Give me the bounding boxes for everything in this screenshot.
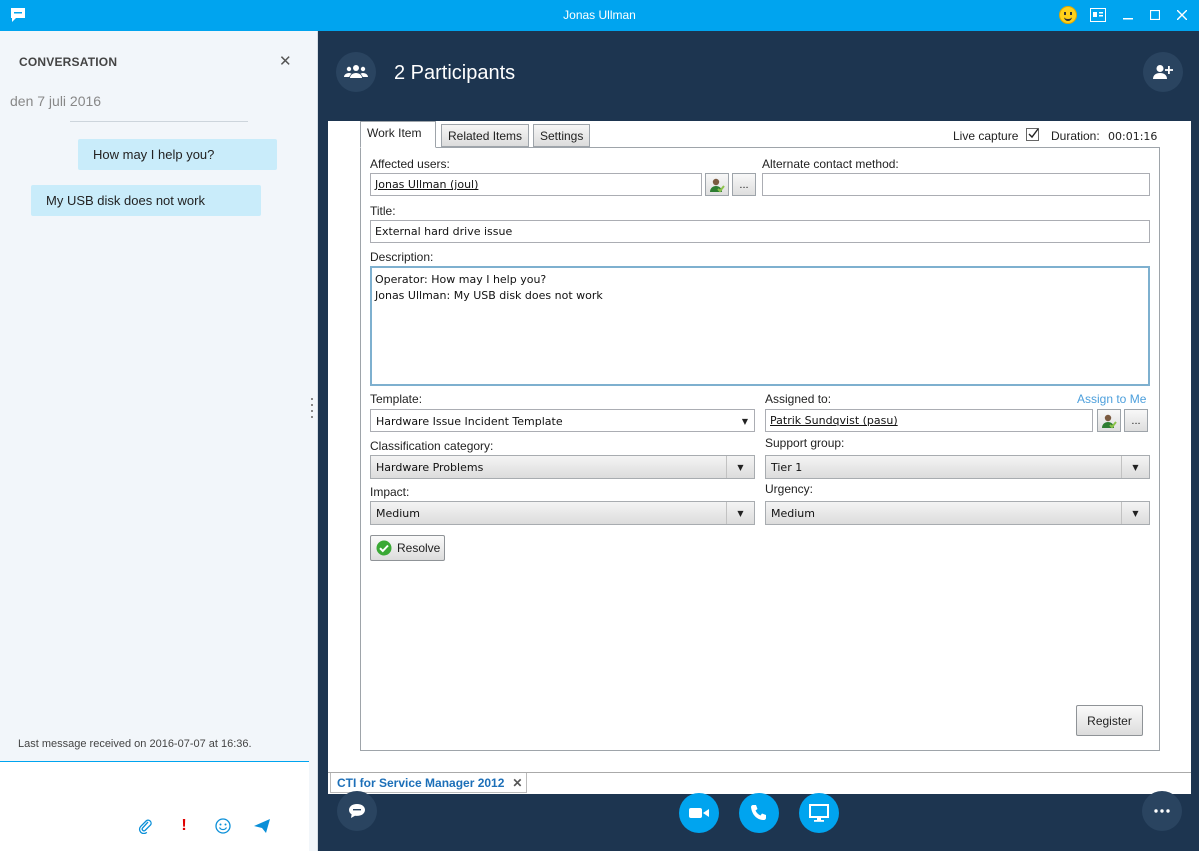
affected-users-field[interactable]: Jonas Ullman (joul) <box>370 173 702 196</box>
title-field[interactable]: External hard drive issue <box>370 220 1150 243</box>
description-field[interactable]: Operator: How may I help you? Jonas Ullm… <box>370 266 1150 386</box>
conversation-pane: CONVERSATION ✕ den 7 juli 2016 How may I… <box>0 31 318 851</box>
work-item-form: Affected users: Jonas Ullman (joul) ... … <box>360 147 1160 751</box>
chat-bubble-icon <box>349 804 365 818</box>
live-capture-label: Live capture <box>953 129 1019 143</box>
call-pane: 2 Participants Affected users: Jonas Ull… <box>318 31 1199 851</box>
support-group-dropdown[interactable]: Tier 1 ▼ <box>765 455 1150 479</box>
classification-dropdown[interactable]: Hardware Problems ▼ <box>370 455 755 479</box>
resolve-label: Resolve <box>397 541 441 555</box>
more-options-button[interactable] <box>1142 791 1182 831</box>
add-person-icon <box>1153 65 1173 79</box>
add-participant-button[interactable] <box>1143 52 1183 92</box>
minimize-button[interactable] <box>1117 5 1139 25</box>
title-bar: Jonas Ullman <box>0 0 1199 31</box>
message-input[interactable] <box>0 761 309 851</box>
impact-value: Medium <box>376 507 420 520</box>
divider <box>70 121 248 122</box>
classification-value: Hardware Problems <box>376 461 484 474</box>
attach-icon[interactable] <box>136 817 154 835</box>
assigned-to-label: Assigned to: <box>765 392 832 406</box>
video-camera-icon <box>689 808 709 818</box>
template-value: Hardware Issue Incident Template <box>376 415 563 428</box>
template-dropdown[interactable]: Hardware Issue Incident Template ▼ <box>370 409 755 432</box>
last-message-status: Last message received on 2016-07-07 at 1… <box>18 738 252 750</box>
urgency-dropdown[interactable]: Medium ▼ <box>765 501 1150 525</box>
register-button[interactable]: Register <box>1076 705 1143 736</box>
affected-users-browse-button[interactable]: ... <box>732 173 756 196</box>
affected-users-label: Affected users: <box>370 157 450 171</box>
emoticon-icon[interactable] <box>1059 6 1077 24</box>
tab-related-items[interactable]: Related Items <box>441 124 530 147</box>
tab-settings[interactable]: Settings <box>533 124 591 147</box>
chevron-down-icon: ▼ <box>741 416 749 426</box>
urgency-label: Urgency: <box>765 482 814 496</box>
user-picker-button[interactable] <box>705 173 729 196</box>
tab-cti-service-manager[interactable]: CTI for Service Manager 2012 ✕ <box>330 773 528 793</box>
chevron-down-icon: ▼ <box>1121 502 1149 524</box>
description-line: Operator: How may I help you? <box>375 273 547 286</box>
assigned-to-field[interactable]: Patrik Sundqvist (pasu) <box>765 409 1093 432</box>
chevron-down-icon: ▼ <box>726 456 754 478</box>
tab-work-item[interactable]: Work Item <box>360 121 436 148</box>
description-label: Description: <box>370 250 434 264</box>
contact-card-icon[interactable] <box>1087 5 1109 25</box>
more-icon <box>1154 809 1170 813</box>
alternate-contact-label: Alternate contact method: <box>762 157 899 171</box>
work-item-panel: Affected users: Jonas Ullman (joul) ... … <box>328 121 1191 772</box>
impact-dropdown[interactable]: Medium ▼ <box>370 501 755 525</box>
close-window-button[interactable] <box>1171 5 1193 25</box>
template-label: Template: <box>370 392 423 406</box>
conversation-heading: CONVERSATION <box>19 55 118 69</box>
splitter-handle[interactable] <box>311 398 314 420</box>
assignee-picker-button[interactable] <box>1097 409 1121 432</box>
title-label: Title: <box>370 204 396 218</box>
monitor-icon <box>809 804 829 822</box>
classification-label: Classification category: <box>370 439 494 453</box>
participants-label: 2 Participants <box>394 62 516 84</box>
emoji-icon[interactable] <box>214 817 232 835</box>
duration-value: 00:01:16 <box>1108 130 1158 143</box>
duration-label: Duration: <box>1051 129 1100 143</box>
plugin-tab-strip: CTI for Service Manager 2012 ✕ <box>328 772 1191 794</box>
resolve-button[interactable]: Resolve <box>370 535 445 561</box>
chevron-down-icon: ▼ <box>1121 456 1149 478</box>
chat-button[interactable] <box>337 791 377 831</box>
video-button[interactable] <box>679 793 719 833</box>
urgency-value: Medium <box>771 507 815 520</box>
live-capture-checkbox[interactable] <box>1026 128 1039 141</box>
important-icon[interactable]: ! <box>175 817 193 835</box>
window-title: Jonas Ullman <box>563 8 636 22</box>
call-button[interactable] <box>739 793 779 833</box>
alternate-contact-field[interactable] <box>762 173 1150 196</box>
chevron-down-icon: ▼ <box>726 502 754 524</box>
maximize-button[interactable] <box>1144 5 1166 25</box>
conversation-date: den 7 juli 2016 <box>10 93 102 109</box>
impact-label: Impact: <box>370 485 410 499</box>
participants-button[interactable] <box>336 52 376 92</box>
close-conversation-button[interactable]: ✕ <box>279 52 292 70</box>
plugin-tab-label: CTI for Service Manager 2012 <box>337 776 505 790</box>
close-tab-icon[interactable]: ✕ <box>512 776 522 792</box>
message-outgoing: How may I help you? <box>78 139 277 170</box>
description-line: Jonas Ullman: My USB disk does not work <box>375 289 603 302</box>
checkmark-icon <box>1028 128 1039 139</box>
people-icon <box>344 65 368 78</box>
send-icon[interactable] <box>253 817 271 835</box>
user-lookup-icon <box>710 178 725 192</box>
message-incoming: My USB disk does not work <box>31 185 261 216</box>
phone-icon <box>751 805 766 820</box>
checkmark-icon <box>376 540 392 556</box>
user-lookup-icon <box>1102 414 1117 428</box>
assigned-to-browse-button[interactable]: ... <box>1124 409 1148 432</box>
support-group-value: Tier 1 <box>771 461 803 474</box>
assign-to-me-link[interactable]: Assign to Me <box>1077 392 1146 406</box>
screen-share-button[interactable] <box>799 793 839 833</box>
support-group-label: Support group: <box>765 436 845 450</box>
